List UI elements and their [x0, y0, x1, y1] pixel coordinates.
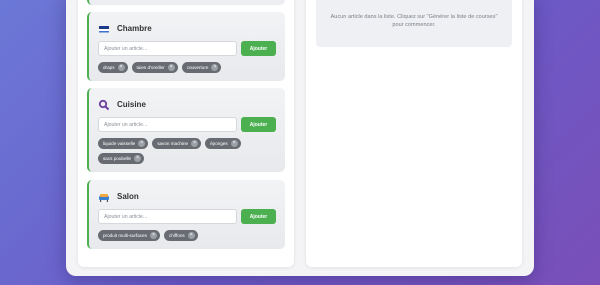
room-card-salon: Salon Ajouter produit multi-surfaces× ch… — [87, 180, 285, 249]
room-title: Chambre — [117, 23, 152, 33]
remove-item-button[interactable]: × — [167, 64, 175, 71]
item-tag: savon machine × — [152, 138, 202, 149]
remove-item-button[interactable]: × — [230, 140, 238, 147]
magnifier-icon — [98, 98, 110, 111]
remove-item-button[interactable]: × — [117, 64, 125, 71]
item-tags: produit multi-surfaces × chiffons × — [98, 228, 277, 243]
item-tag-label: taies d'oreiller — [136, 65, 165, 70]
item-tag: taies d'oreiller × — [131, 62, 178, 73]
item-tag-label: chiffons — [168, 233, 185, 238]
add-item-input[interactable] — [98, 117, 237, 132]
empty-message: Aucun article dans la liste. Cliquez sur… — [330, 13, 498, 28]
remove-item-button[interactable]: × — [138, 140, 146, 147]
room-card-partial — [87, 0, 285, 5]
room-title: Cuisine — [117, 99, 146, 109]
room-card-chambre: Chambre Ajouter draps× taies d'oreiller×… — [87, 12, 285, 81]
room-title: Salon — [117, 191, 139, 201]
item-tag: produit multi-surfaces × — [98, 230, 160, 241]
remove-item-button[interactable]: × — [187, 232, 195, 239]
item-tag: éponges × — [205, 138, 241, 149]
remove-item-button[interactable]: × — [191, 140, 199, 147]
remove-item-button[interactable]: × — [149, 232, 157, 239]
add-item-input[interactable] — [98, 41, 237, 56]
add-item-button[interactable]: Ajouter — [241, 117, 276, 132]
item-tag-label: couverture — [186, 65, 209, 70]
remove-item-button[interactable]: × — [134, 155, 142, 162]
add-item-button[interactable]: Ajouter — [241, 41, 276, 56]
shopping-list-empty-state: Aucun article dans la liste. Cliquez sur… — [316, 0, 512, 47]
item-tag: liquide vaisselle × — [98, 138, 149, 149]
item-tag-label: savon machine — [157, 141, 189, 146]
item-tag: draps × — [98, 62, 128, 73]
item-tag: sacs poubelle × — [98, 153, 145, 164]
item-tag-label: draps — [103, 65, 115, 70]
item-tag: chiffons × — [163, 230, 198, 241]
item-tag-label: éponges — [210, 141, 228, 146]
remove-item-button[interactable]: × — [211, 64, 219, 71]
item-tag: couverture × — [181, 62, 222, 73]
add-item-input[interactable] — [98, 209, 237, 224]
item-tag-label: liquide vaisselle — [103, 141, 136, 146]
sofa-icon — [98, 190, 110, 202]
item-tag-label: sacs poubelle — [103, 156, 132, 161]
item-tags: draps × taies d'oreiller × couverture × — [98, 60, 277, 75]
add-item-button[interactable]: Ajouter — [241, 209, 276, 224]
bed-flag-icon — [98, 22, 110, 34]
item-tag-label: produit multi-surfaces — [103, 233, 147, 238]
room-card-cuisine: Cuisine Ajouter liquide vaisselle× savon… — [87, 88, 285, 172]
item-tags: liquide vaisselle × savon machine × éponge… — [98, 136, 277, 166]
